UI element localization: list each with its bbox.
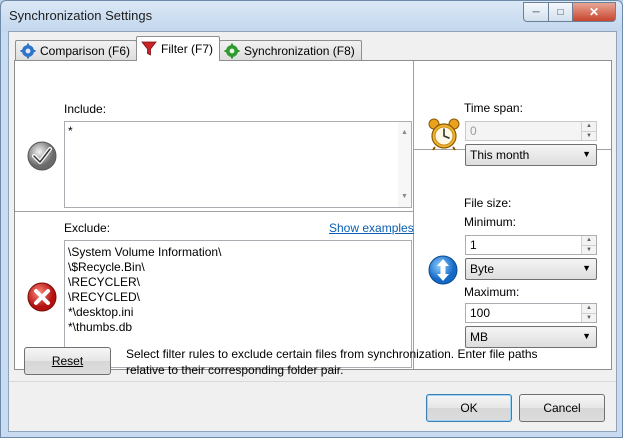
gear-green-icon: [224, 43, 240, 59]
exclude-label: Exclude:: [64, 221, 111, 235]
reset-button[interactable]: Reset: [24, 347, 111, 375]
minimize-button[interactable]: ─: [523, 2, 548, 22]
dropdown-arrow-icon: ▼: [582, 263, 591, 273]
tab-comparison[interactable]: Comparison (F6): [15, 40, 138, 61]
cancel-button-label: Cancel: [543, 401, 581, 415]
spin-up-icon[interactable]: ▲: [582, 236, 596, 246]
gear-blue-icon: [20, 43, 36, 59]
ok-button[interactable]: OK: [426, 394, 512, 422]
include-text: *: [68, 124, 73, 138]
filter-panel: Include: * ▲ ▼ Exclude: Show examples \S…: [14, 60, 612, 370]
scroll-down-icon: ▼: [401, 193, 408, 200]
minimum-label: Minimum:: [464, 215, 517, 229]
spin-down-icon[interactable]: ▼: [582, 313, 596, 322]
window-title: Synchronization Settings: [9, 8, 153, 23]
minimum-unit-select[interactable]: Byte ▼: [465, 258, 597, 280]
maximum-unit-select[interactable]: MB ▼: [465, 326, 597, 348]
exclude-line: \RECYCLER\: [68, 275, 141, 289]
vertical-divider: [413, 61, 414, 369]
tab-filter-label: Filter (F7): [161, 42, 214, 56]
maximize-button[interactable]: □: [548, 2, 572, 22]
dialog-client: Comparison (F6) Filter (F7) Synchronizat…: [8, 31, 617, 432]
filter-hint-line-1: Select filter rules to exclude certain f…: [126, 347, 538, 361]
maximum-spinner[interactable]: 100 ▲ ▼: [465, 303, 597, 323]
reset-button-label: Reset: [51, 354, 84, 368]
cancel-button[interactable]: Cancel: [519, 394, 605, 422]
spin-down-icon[interactable]: ▼: [582, 245, 596, 254]
include-label: Include:: [64, 102, 107, 116]
time-span-unit-value: This month: [470, 148, 530, 162]
up-down-arrows-icon: [428, 255, 458, 285]
maximize-icon: □: [557, 6, 564, 18]
close-icon: ✕: [588, 5, 600, 19]
tab-synchronization-label: Synchronization (F8): [244, 44, 355, 58]
footer-divider: [9, 381, 616, 382]
filter-hint-line-2: relative to their corresponding folder p…: [126, 363, 344, 377]
time-span-spinner[interactable]: 0 ▲ ▼: [465, 121, 597, 141]
checkmark-icon: [27, 141, 57, 171]
minimum-unit-value: Byte: [470, 262, 495, 276]
close-button[interactable]: ✕: [572, 2, 616, 22]
include-scrollbar[interactable]: ▲ ▼: [398, 122, 411, 207]
minimum-value: 1: [470, 238, 477, 252]
file-size-label: File size:: [464, 196, 512, 210]
include-textarea[interactable]: * ▲ ▼: [64, 121, 412, 208]
dropdown-arrow-icon: ▼: [582, 149, 591, 159]
exclude-line: *\thumbs.db: [68, 320, 133, 334]
tab-filter[interactable]: Filter (F7): [136, 36, 221, 61]
time-span-unit-select[interactable]: This month ▼: [465, 144, 597, 166]
exclude-line: *\desktop.ini: [68, 305, 134, 319]
tab-comparison-label: Comparison (F6): [40, 44, 131, 58]
ok-button-label: OK: [460, 401, 478, 415]
maximum-label: Maximum:: [464, 285, 520, 299]
spin-up-icon[interactable]: ▲: [582, 122, 596, 132]
dropdown-arrow-icon: ▼: [582, 331, 591, 341]
exclude-line: \System Volume Information\: [68, 245, 222, 259]
spin-down-icon[interactable]: ▼: [582, 131, 596, 140]
time-span-value: 0: [470, 124, 477, 138]
maximum-unit-value: MB: [470, 330, 488, 344]
exclude-line: \$Recycle.Bin\: [68, 260, 145, 274]
alarm-clock-icon: [428, 118, 460, 151]
minimum-spinner[interactable]: 1 ▲ ▼: [465, 235, 597, 255]
dialog-window: Synchronization Settings ─ □ ✕ Compariso…: [0, 0, 623, 438]
funnel-red-icon: [141, 41, 157, 56]
maximum-value: 100: [470, 306, 491, 320]
exclude-x-icon: [27, 282, 57, 312]
title-bar[interactable]: Synchronization Settings ─ □ ✕: [1, 1, 622, 31]
exclude-line: \RECYCLED\: [68, 290, 141, 304]
minimize-icon: ─: [532, 6, 540, 18]
tab-bar: Comparison (F6) Filter (F7) Synchronizat…: [15, 36, 362, 61]
spin-up-icon[interactable]: ▲: [582, 304, 596, 314]
scroll-up-icon: ▲: [401, 129, 408, 136]
tab-synchronization[interactable]: Synchronization (F8): [219, 40, 362, 61]
include-exclude-divider: [15, 211, 413, 212]
time-span-label: Time span:: [464, 101, 523, 115]
show-examples-link[interactable]: Show examples: [329, 221, 414, 235]
